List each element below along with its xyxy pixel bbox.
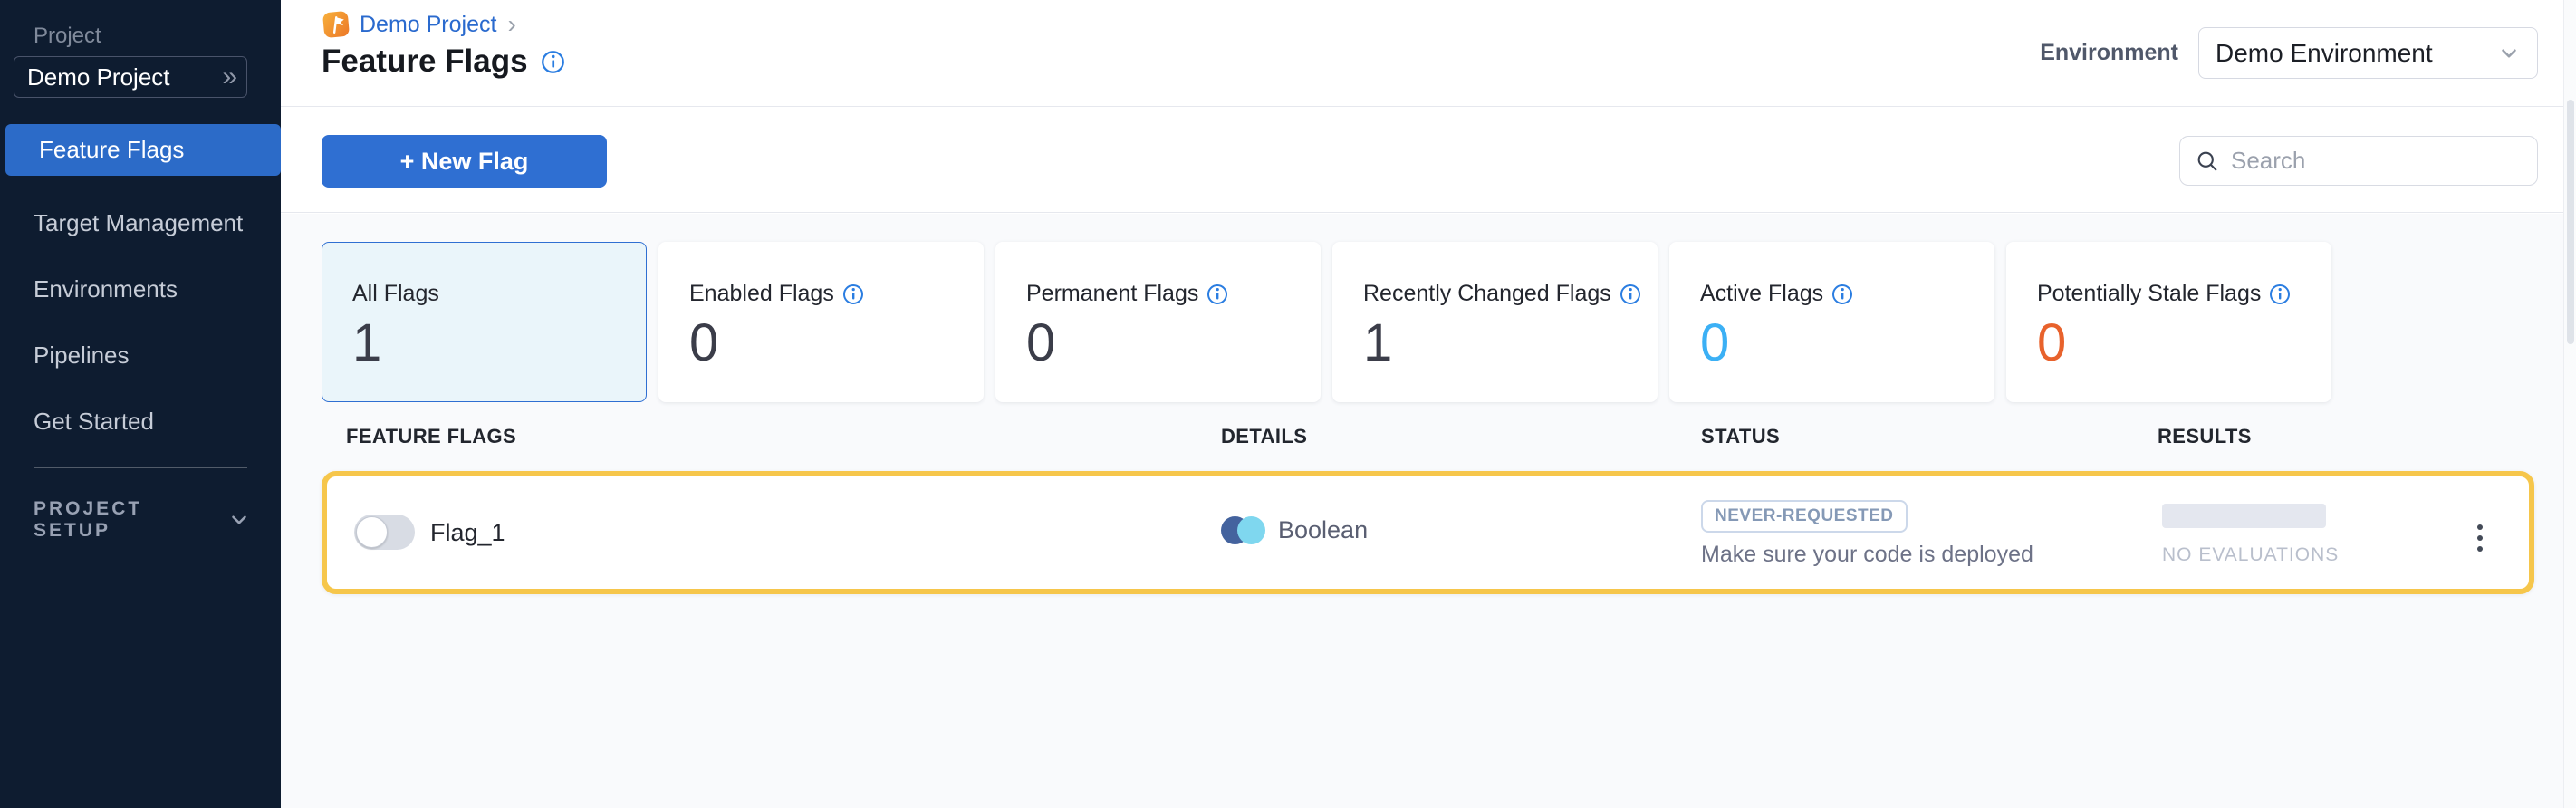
- evaluations-bar: [2162, 504, 2326, 528]
- new-flag-button[interactable]: + New Flag: [322, 135, 607, 188]
- flag-type-label: Boolean: [1278, 516, 1368, 544]
- stat-cards: All Flags 1 Enabled Flags 0 Permanent Fl…: [322, 242, 2331, 402]
- info-icon[interactable]: [1206, 284, 1228, 305]
- status-message: Make sure your code is deployed: [1701, 542, 2033, 568]
- stat-card-value: 1: [1363, 314, 1657, 372]
- sidebar-divider: [34, 467, 247, 468]
- column-header-feature-flags: FEATURE FLAGS: [346, 425, 516, 448]
- stat-card-value: 0: [1700, 314, 1994, 372]
- column-header-results: RESULTS: [2158, 425, 2252, 448]
- chevron-right-icon: ›: [507, 12, 515, 37]
- column-header-status: STATUS: [1701, 425, 1780, 448]
- search-icon: [2195, 149, 2220, 174]
- flag-name: Flag_1: [430, 519, 505, 547]
- stat-card-label: Active Flags: [1700, 281, 1823, 307]
- sidebar-nav: Feature Flags Target Management Environm…: [0, 124, 281, 455]
- sidebar-item-label: Target Management: [34, 209, 243, 237]
- flag-toggle[interactable]: [354, 515, 415, 550]
- sidebar-section-project-setup[interactable]: PROJECT SETUP: [34, 498, 251, 542]
- content-area: All Flags 1 Enabled Flags 0 Permanent Fl…: [281, 214, 2576, 808]
- sidebar-item-label: Pipelines: [34, 341, 130, 370]
- stat-card-all-flags[interactable]: All Flags 1: [322, 242, 647, 402]
- toolbar: + New Flag: [281, 108, 2576, 213]
- main-area: Demo Project › Feature Flags Environment…: [281, 0, 2576, 808]
- boolean-type-icon: [1221, 516, 1265, 544]
- flag-row[interactable]: Flag_1 Boolean NEVER-REQUESTED Make sure…: [322, 471, 2534, 594]
- breadcrumb: Demo Project ›: [322, 10, 516, 39]
- project-sidebar: Project Demo Project » Feature Flags Tar…: [0, 0, 281, 808]
- breadcrumb-project-link[interactable]: Demo Project: [360, 12, 496, 38]
- info-icon[interactable]: [1831, 284, 1853, 305]
- stat-card-value: 0: [1026, 314, 1320, 372]
- sidebar-item-feature-flags[interactable]: Feature Flags: [5, 124, 281, 176]
- flag-results-cell: NO EVALUATIONS: [2162, 504, 2339, 566]
- column-header-details: DETAILS: [1221, 425, 1307, 448]
- environment-label: Environment: [2040, 40, 2178, 66]
- scrollbar[interactable]: [2563, 0, 2576, 808]
- stat-card-active-flags[interactable]: Active Flags 0: [1669, 242, 1994, 402]
- stat-card-label: Enabled Flags: [689, 281, 834, 307]
- stat-card-recently-changed-flags[interactable]: Recently Changed Flags 1: [1332, 242, 1658, 402]
- project-selector[interactable]: Demo Project »: [14, 56, 247, 98]
- environment-value: Demo Environment: [2216, 39, 2497, 68]
- sidebar-item-target-management[interactable]: Target Management: [0, 190, 281, 256]
- feature-flags-app: Project Demo Project » Feature Flags Tar…: [0, 0, 2576, 808]
- sidebar-item-pipelines[interactable]: Pipelines: [0, 322, 281, 389]
- status-badge: NEVER-REQUESTED: [1701, 500, 1908, 533]
- environment-select[interactable]: Demo Environment: [2198, 27, 2538, 79]
- info-icon[interactable]: [2269, 284, 2291, 305]
- project-setup-label: PROJECT SETUP: [34, 498, 227, 542]
- info-icon[interactable]: [1620, 284, 1641, 305]
- sidebar-item-label: Feature Flags: [39, 136, 184, 164]
- chevron-double-right-icon: »: [222, 63, 234, 91]
- stat-card-value: 1: [352, 314, 646, 372]
- stat-card-permanent-flags[interactable]: Permanent Flags 0: [995, 242, 1321, 402]
- page-title: Feature Flags: [322, 43, 528, 80]
- evaluations-caption: NO EVALUATIONS: [2162, 544, 2339, 566]
- stat-card-potentially-stale-flags[interactable]: Potentially Stale Flags 0: [2006, 242, 2331, 402]
- scrollbar-thumb[interactable]: [2567, 100, 2574, 344]
- info-icon[interactable]: [842, 284, 864, 305]
- stat-card-label: Recently Changed Flags: [1363, 281, 1611, 307]
- kebab-menu-icon[interactable]: [2462, 514, 2498, 563]
- feature-flag-logo-icon: [322, 10, 351, 39]
- sidebar-item-label: Environments: [34, 275, 178, 303]
- stat-card-label: All Flags: [352, 281, 439, 307]
- stat-card-label: Permanent Flags: [1026, 281, 1198, 307]
- info-icon[interactable]: [541, 50, 565, 74]
- project-selector-value: Demo Project: [27, 63, 222, 91]
- chevron-down-icon: [227, 508, 251, 532]
- stat-card-value: 0: [2037, 314, 2331, 372]
- project-label: Project: [34, 24, 101, 49]
- toggle-knob: [356, 516, 388, 548]
- sidebar-item-get-started[interactable]: Get Started: [0, 389, 281, 455]
- search-input[interactable]: [2231, 147, 2534, 175]
- stat-card-value: 0: [689, 314, 983, 372]
- sidebar-item-label: Get Started: [34, 408, 154, 436]
- sidebar-item-environments[interactable]: Environments: [0, 256, 281, 322]
- stat-card-label: Potentially Stale Flags: [2037, 281, 2261, 307]
- table-header: FEATURE FLAGS DETAILS STATUS RESULTS: [281, 425, 2576, 452]
- flag-details-cell: Boolean: [1221, 516, 1368, 544]
- search-box[interactable]: [2179, 136, 2538, 186]
- page-header: Demo Project › Feature Flags Environment…: [281, 0, 2576, 107]
- chevron-down-icon: [2497, 42, 2521, 65]
- flag-status-cell: NEVER-REQUESTED Make sure your code is d…: [1701, 500, 2033, 568]
- stat-card-enabled-flags[interactable]: Enabled Flags 0: [658, 242, 984, 402]
